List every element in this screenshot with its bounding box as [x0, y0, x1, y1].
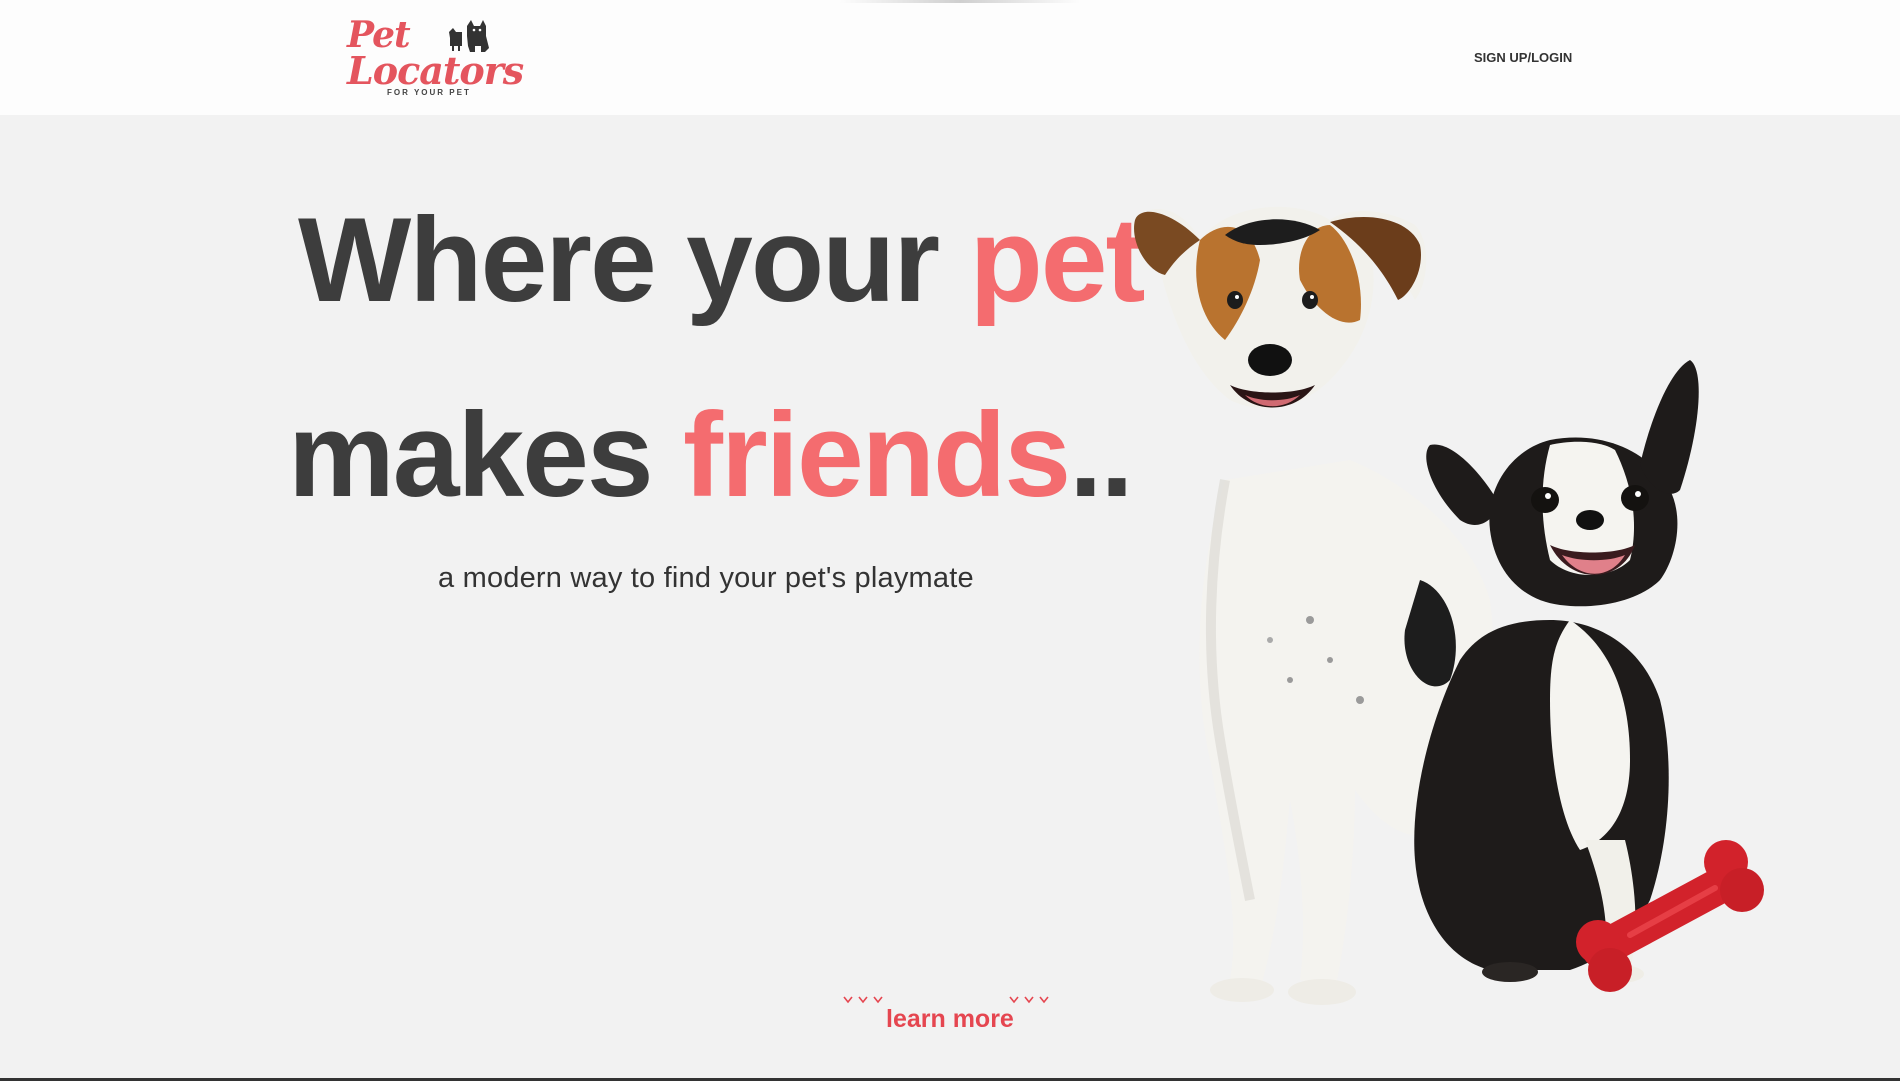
pet-locators-logo[interactable]: Pet Locators FOR YOUR PET: [345, 14, 524, 99]
logo-tagline: FOR YOUR PET: [387, 88, 471, 97]
hero-line1-accent: pet: [969, 193, 1145, 327]
hero-line2-text: makes: [288, 388, 683, 522]
hero-line2-suffix: ..: [1069, 388, 1134, 522]
hero-line2-accent: friends: [683, 388, 1071, 522]
boston-terrier-illustration: [1414, 360, 1699, 983]
chevron-down-icon: [843, 996, 883, 1004]
logo-text-locators: Locators: [347, 48, 524, 93]
hero-line1-text: Where your: [298, 193, 970, 327]
hero-headline-line1: Where your pet: [298, 200, 1145, 320]
hero-headline-line2: makes friends..: [288, 395, 1134, 515]
landing-page: Pet Locators FOR YOUR PET SIGN UP/LOGIN …: [0, 0, 1900, 1081]
cat-and-dog-silhouette-icon: [449, 20, 489, 52]
learn-more-link[interactable]: learn more: [886, 1005, 1014, 1034]
header-glow: [840, 0, 1080, 3]
hero-subtitle: a modern way to find your pet's playmate: [438, 562, 974, 594]
dogs-hero-image: [1134, 206, 1764, 1005]
site-header: Pet Locators FOR YOUR PET SIGN UP/LOGIN: [0, 0, 1900, 115]
signup-login-link[interactable]: SIGN UP/LOGIN: [1474, 50, 1572, 65]
chevron-down-icon: [1009, 996, 1049, 1004]
